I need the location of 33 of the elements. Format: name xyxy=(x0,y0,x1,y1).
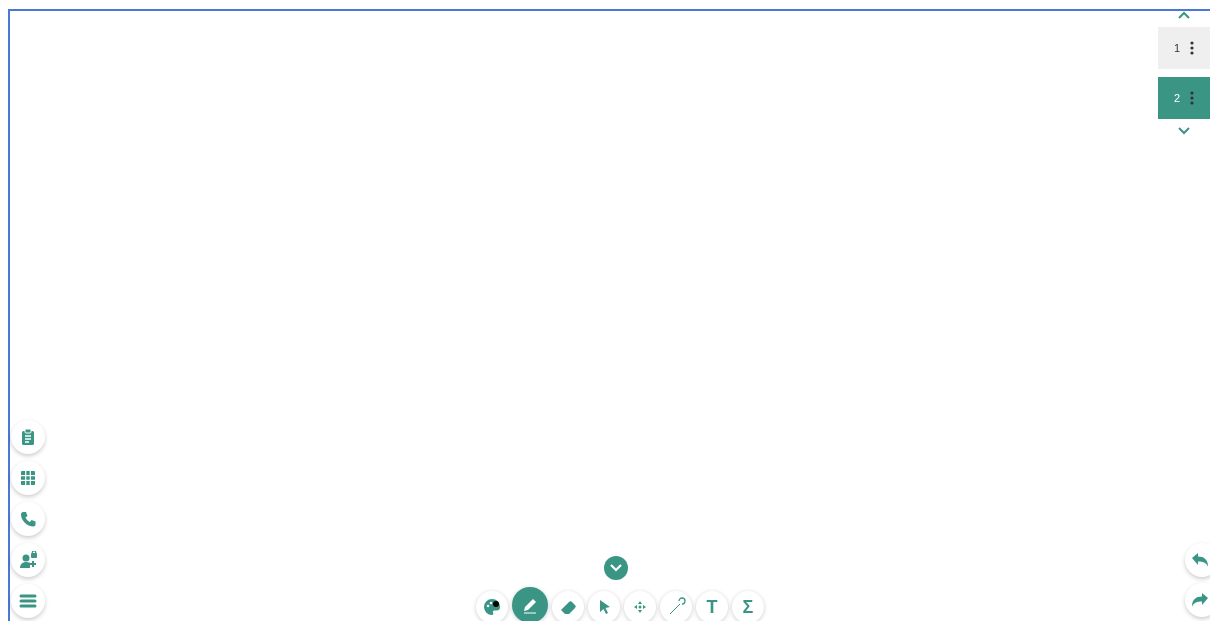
tool-button[interactable]: Σ xyxy=(732,591,764,621)
more-icon[interactable] xyxy=(1190,41,1195,55)
move-tool-button[interactable] xyxy=(624,591,656,621)
phone-button[interactable] xyxy=(11,502,45,536)
redo-button[interactable] xyxy=(1185,583,1210,617)
tool-button[interactable]: T xyxy=(696,591,728,621)
menu-button[interactable] xyxy=(11,584,45,618)
page-thumbnail[interactable]: 2 xyxy=(1158,77,1210,119)
collapse-button[interactable] xyxy=(604,556,628,580)
chevron-down-icon xyxy=(610,564,622,572)
palette-tool-button[interactable] xyxy=(476,591,508,621)
phone-icon xyxy=(19,510,37,528)
eraser-tool-button[interactable] xyxy=(552,591,584,621)
undo-icon xyxy=(1191,552,1209,568)
laser-icon xyxy=(667,598,685,616)
clipboard-button[interactable] xyxy=(11,420,45,454)
grid-button[interactable] xyxy=(11,461,45,495)
chevron-up-icon[interactable] xyxy=(1178,11,1190,19)
clipboard-icon xyxy=(19,428,37,446)
user-lock-button[interactable] xyxy=(11,543,45,577)
user-lock-icon xyxy=(19,551,37,569)
pen-icon xyxy=(521,596,539,614)
page-thumbnail[interactable]: 1 xyxy=(1158,27,1210,69)
redo-icon xyxy=(1191,592,1209,608)
grid-icon xyxy=(19,469,37,487)
undo-button[interactable] xyxy=(1185,543,1210,577)
menu-icon xyxy=(19,592,37,610)
chevron-down-icon[interactable] xyxy=(1178,127,1190,135)
palette-icon xyxy=(483,598,501,616)
pen-tool-button[interactable] xyxy=(512,587,548,621)
pointer-tool-button[interactable] xyxy=(588,591,620,621)
eraser-icon xyxy=(559,598,577,616)
laser-tool-button[interactable] xyxy=(660,591,692,621)
